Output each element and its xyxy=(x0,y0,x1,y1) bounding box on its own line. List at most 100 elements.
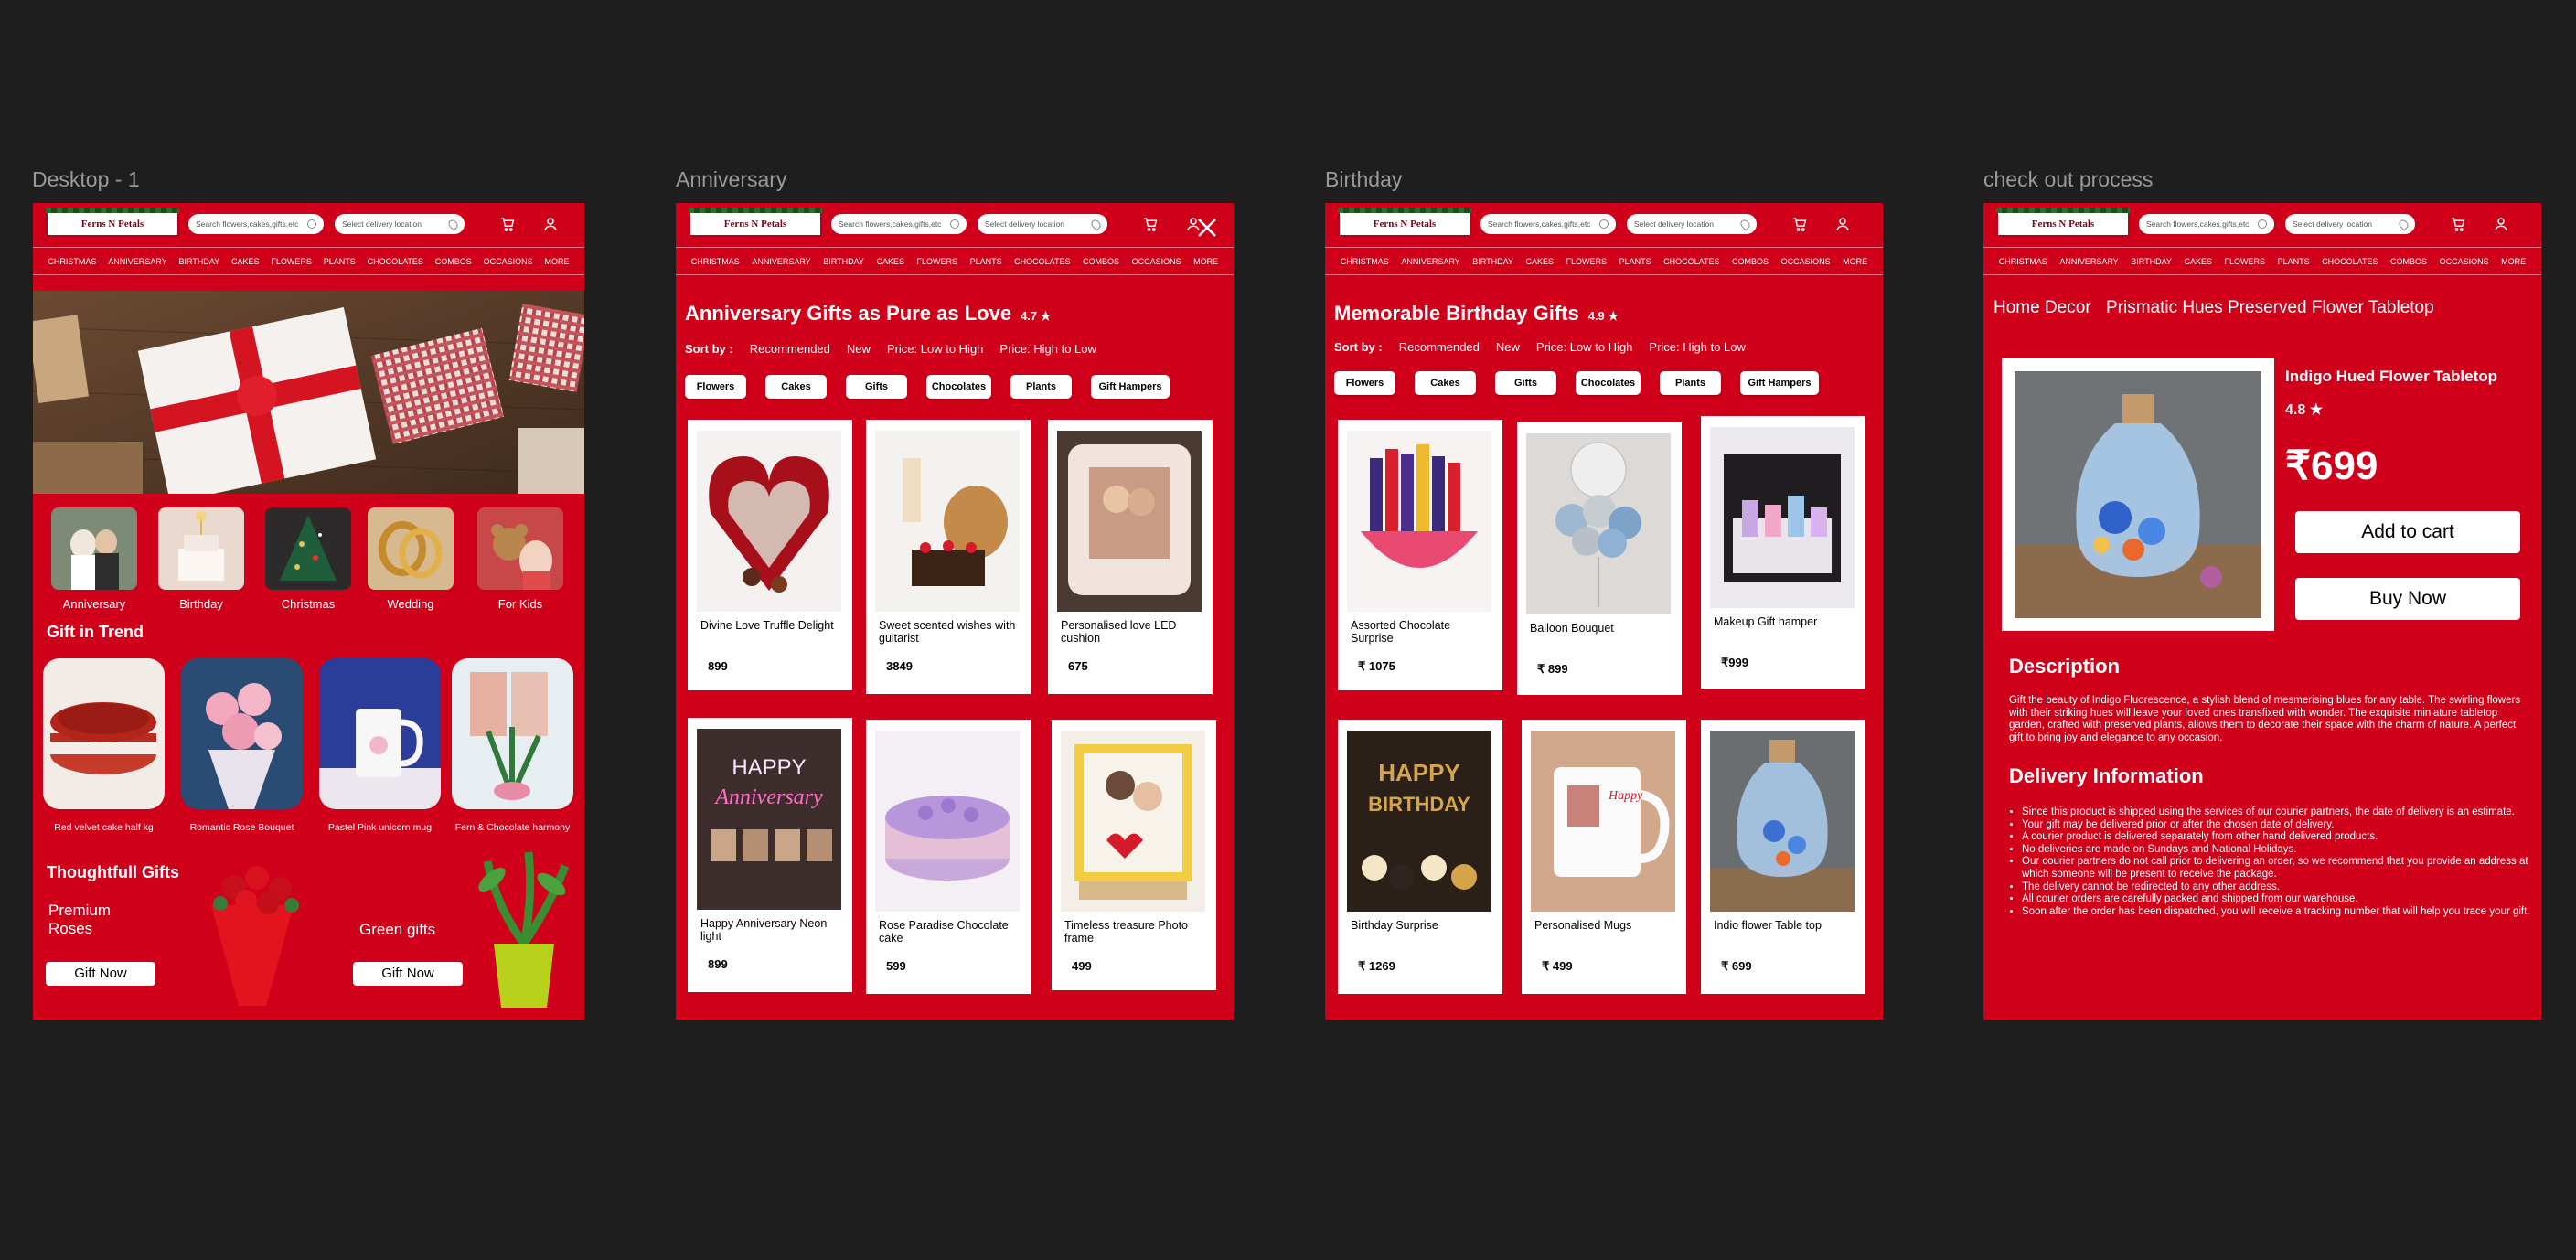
sort-recommended[interactable]: Recommended xyxy=(750,342,830,356)
sort-high-low[interactable]: Price: High to Low xyxy=(1649,340,1746,354)
sort-new[interactable]: New xyxy=(1496,340,1520,354)
site-logo[interactable]: Ferns N Petals xyxy=(689,208,822,237)
nav-item-christmas[interactable]: CHRISTMAS xyxy=(48,257,96,266)
product-card[interactable]: Balloon Bouquet ₹ 899 xyxy=(1517,422,1682,695)
nav-item-more[interactable]: MORE xyxy=(1843,257,1867,266)
sort-low-high[interactable]: Price: Low to High xyxy=(1536,340,1633,354)
search-input[interactable]: Search flowers,cakes,gifts,etc xyxy=(831,214,967,234)
category-wedding[interactable]: Wedding xyxy=(368,507,454,611)
nav-item-combos[interactable]: COMBOS xyxy=(1083,257,1119,266)
nav-item-flowers[interactable]: FLOWERS xyxy=(1566,257,1608,266)
category-birthday[interactable]: Birthday xyxy=(158,507,244,611)
nav-item-more[interactable]: MORE xyxy=(2501,257,2526,266)
filter-cakes[interactable]: Cakes xyxy=(765,375,827,399)
product-card[interactable]: Personalised love LED cushion 675 xyxy=(1048,420,1213,694)
product-card[interactable]: HAPPY BIRTHDAY Birthday Surprise ₹ 1269 xyxy=(1338,720,1502,994)
product-card[interactable]: Makeup Gift hamper ₹999 xyxy=(1701,416,1865,689)
user-icon[interactable] xyxy=(2493,216,2509,232)
nav-item-christmas[interactable]: CHRISTMAS xyxy=(1999,257,2047,266)
sort-new[interactable]: New xyxy=(847,342,871,356)
nav-item-anniversary[interactable]: ANNIVERSARY xyxy=(2059,257,2118,266)
breadcrumb-home-decor[interactable]: Home Decor xyxy=(1993,298,2091,318)
filter-chocolates[interactable]: Chocolates xyxy=(1576,371,1641,395)
trend-item-red-velvet-cake[interactable]: Red velvet cake half kg xyxy=(43,658,165,833)
filter-flowers[interactable]: Flowers xyxy=(1334,371,1395,395)
product-card[interactable]: Timeless treasure Photo frame 499 xyxy=(1052,720,1216,990)
close-icon[interactable] xyxy=(1197,218,1217,238)
product-card[interactable]: Divine Love Truffle Delight 899 xyxy=(688,420,852,690)
filter-chocolates[interactable]: Chocolates xyxy=(926,375,991,399)
user-icon[interactable] xyxy=(542,216,559,232)
nav-item-occasions[interactable]: OCCASIONS xyxy=(1132,257,1181,266)
category-for-kids[interactable]: For Kids xyxy=(477,507,563,611)
nav-item-anniversary[interactable]: ANNIVERSARY xyxy=(1401,257,1459,266)
site-logo[interactable]: Ferns N Petals xyxy=(1996,208,2130,237)
nav-item-cakes[interactable]: CAKES xyxy=(231,257,260,266)
cart-icon[interactable] xyxy=(2450,216,2466,232)
nav-item-birthday[interactable]: BIRTHDAY xyxy=(2131,257,2172,266)
filter-plants[interactable]: Plants xyxy=(1660,371,1721,395)
product-card[interactable]: Indio flower Table top ₹ 699 xyxy=(1701,720,1865,994)
nav-item-combos[interactable]: COMBOS xyxy=(2390,257,2427,266)
cart-icon[interactable] xyxy=(1142,216,1159,232)
category-anniversary[interactable]: Anniversary xyxy=(51,507,137,611)
nav-item-cakes[interactable]: CAKES xyxy=(2184,257,2212,266)
nav-item-combos[interactable]: COMBOS xyxy=(1732,257,1769,266)
filter-gift-hampers[interactable]: Gift Hampers xyxy=(1091,375,1170,399)
gift-now-button-roses[interactable]: Gift Now xyxy=(46,962,155,986)
buy-now-button[interactable]: Buy Now xyxy=(2295,578,2520,620)
cart-icon[interactable] xyxy=(499,216,516,232)
filter-gifts[interactable]: Gifts xyxy=(846,375,907,399)
trend-item-unicorn-mug[interactable]: Pastel Pink unicorn mug xyxy=(319,658,441,833)
nav-item-christmas[interactable]: CHRISTMAS xyxy=(1341,257,1389,266)
nav-item-plants[interactable]: PLANTS xyxy=(970,257,1002,266)
nav-item-chocolates[interactable]: CHOCOLATES xyxy=(1663,257,1719,266)
nav-item-flowers[interactable]: FLOWERS xyxy=(271,257,312,266)
filter-plants[interactable]: Plants xyxy=(1010,375,1072,399)
nav-item-plants[interactable]: PLANTS xyxy=(2278,257,2310,266)
nav-item-occasions[interactable]: OCCASIONS xyxy=(1781,257,1831,266)
product-card[interactable]: HAPPY Anniversary Happy Anniversary Neon … xyxy=(688,718,852,992)
nav-item-occasions[interactable]: OCCASIONS xyxy=(484,257,533,266)
location-input[interactable]: Select delivery location xyxy=(978,214,1107,234)
nav-item-chocolates[interactable]: CHOCOLATES xyxy=(1014,257,1070,266)
nav-item-more[interactable]: MORE xyxy=(545,257,570,266)
site-logo[interactable]: Ferns N Petals xyxy=(46,208,179,237)
filter-gifts[interactable]: Gifts xyxy=(1495,371,1556,395)
add-to-cart-button[interactable]: Add to cart xyxy=(2295,511,2520,553)
nav-item-cakes[interactable]: CAKES xyxy=(1525,257,1554,266)
filter-gift-hampers[interactable]: Gift Hampers xyxy=(1740,371,1819,395)
sort-high-low[interactable]: Price: High to Low xyxy=(999,342,1096,356)
product-card[interactable]: Sweet scented wishes with guitarist 3849 xyxy=(866,420,1031,694)
product-card[interactable]: Happy Personalised Mugs ₹ 499 xyxy=(1522,720,1686,994)
nav-item-cakes[interactable]: CAKES xyxy=(876,257,904,266)
breadcrumb-product[interactable]: Prismatic Hues Preserved Flower Tabletop xyxy=(2106,298,2434,318)
nav-item-chocolates[interactable]: CHOCOLATES xyxy=(2322,257,2378,266)
location-input[interactable]: Select delivery location xyxy=(2285,214,2415,234)
filter-flowers[interactable]: Flowers xyxy=(685,375,746,399)
location-input[interactable]: Select delivery location xyxy=(335,214,465,234)
hero-banner[interactable] xyxy=(33,291,584,494)
search-input[interactable]: Search flowers,cakes,gifts,etc xyxy=(2139,214,2274,234)
product-image[interactable] xyxy=(2015,371,2261,618)
product-card[interactable]: Assorted Chocolate Surprise ₹ 1075 xyxy=(1338,420,1502,690)
nav-item-occasions[interactable]: OCCASIONS xyxy=(2440,257,2489,266)
nav-item-birthday[interactable]: BIRTHDAY xyxy=(1472,257,1513,266)
gift-now-button-green[interactable]: Gift Now xyxy=(353,962,463,986)
search-input[interactable]: Search flowers,cakes,gifts,etc xyxy=(1480,214,1616,234)
sort-low-high[interactable]: Price: Low to High xyxy=(887,342,984,356)
nav-item-more[interactable]: MORE xyxy=(1193,257,1218,266)
trend-item-fern-chocolate[interactable]: Fern & Chocolate harmony xyxy=(452,658,573,833)
nav-item-anniversary[interactable]: ANNIVERSARY xyxy=(108,257,166,266)
nav-item-flowers[interactable]: FLOWERS xyxy=(2225,257,2266,266)
sort-recommended[interactable]: Recommended xyxy=(1399,340,1480,354)
nav-item-anniversary[interactable]: ANNIVERSARY xyxy=(752,257,810,266)
filter-cakes[interactable]: Cakes xyxy=(1415,371,1476,395)
product-card[interactable]: Rose Paradise Chocolate cake 599 xyxy=(866,720,1031,994)
nav-item-chocolates[interactable]: CHOCOLATES xyxy=(368,257,423,266)
nav-item-combos[interactable]: COMBOS xyxy=(435,257,472,266)
nav-item-christmas[interactable]: CHRISTMAS xyxy=(691,257,740,266)
nav-item-birthday[interactable]: BIRTHDAY xyxy=(823,257,864,266)
location-input[interactable]: Select delivery location xyxy=(1627,214,1757,234)
category-christmas[interactable]: Christmas xyxy=(265,507,351,611)
